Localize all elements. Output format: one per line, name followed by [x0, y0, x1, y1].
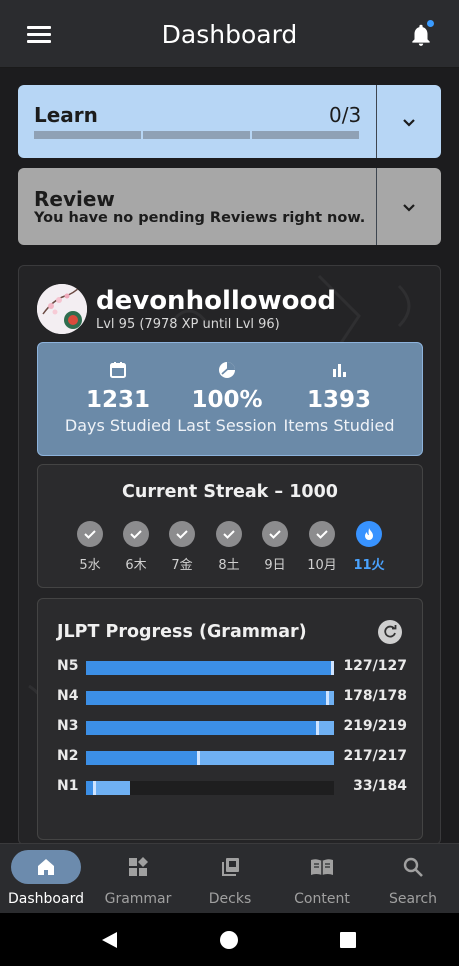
streak-day-label: 7金 — [171, 558, 193, 573]
jlpt-progress-bar — [86, 751, 334, 765]
jlpt-progress-bar — [86, 661, 334, 675]
learn-progress-bar — [34, 131, 359, 139]
jlpt-progress-bar — [86, 721, 334, 735]
page-title: Dashboard — [161, 20, 298, 49]
jlpt-title: JLPT Progress (Grammar) — [57, 622, 307, 642]
nav-decks[interactable]: Decks — [184, 844, 276, 914]
user-level: Lvl 95 (7978 XP until Lvl 96) — [96, 317, 280, 332]
check-icon — [169, 521, 195, 547]
recents-icon[interactable] — [340, 932, 356, 948]
jlpt-progress-bar — [86, 781, 334, 795]
jlpt-mastered-fill — [86, 691, 329, 705]
streak-day: 8土 — [209, 521, 249, 573]
decks-icon — [195, 850, 265, 884]
streak-day: 10月 — [302, 521, 342, 573]
stat-value: 100% — [191, 387, 263, 413]
nav-content[interactable]: Content — [276, 844, 368, 914]
avatar[interactable] — [37, 284, 87, 334]
streak-day-label: 6木 — [125, 558, 147, 573]
jlpt-row-n4: N4 178/178 — [57, 687, 407, 707]
jlpt-progress-bar — [86, 691, 334, 705]
grammar-icon — [103, 850, 173, 884]
search-icon — [378, 850, 448, 884]
nav-dashboard[interactable]: Dashboard — [0, 844, 92, 914]
learn-count: 0/3 — [329, 103, 362, 127]
streak-day-label: 8土 — [218, 558, 240, 573]
check-icon — [309, 521, 335, 547]
check-icon — [262, 521, 288, 547]
jlpt-count: 217/217 — [343, 748, 407, 764]
profile-card: devonhollowood Lvl 95 (7978 XP until Lvl… — [18, 265, 441, 845]
home-icon — [11, 850, 81, 884]
stat-last-session: 100% Last Session — [163, 361, 291, 435]
stats-panel: 1231 Days Studied 100% Last Session 1393… — [37, 342, 423, 456]
streak-day: 6木 — [116, 521, 156, 573]
stat-label: Last Session — [177, 416, 277, 435]
notification-bell-icon[interactable] — [408, 20, 434, 48]
streak-panel: Current Streak – 1000 5水 6木 7金 8土 9日 10月… — [37, 464, 423, 588]
jlpt-row-n2: N2 217/217 — [57, 747, 407, 767]
streak-day-label: 5水 — [79, 558, 101, 573]
jlpt-mastered-fill — [86, 781, 96, 795]
review-expand-button[interactable] — [376, 168, 441, 245]
jlpt-count: 178/178 — [343, 688, 407, 704]
bar-chart-icon — [275, 361, 403, 381]
jlpt-mastered-fill — [86, 751, 200, 765]
streak-day-today: 11火 — [349, 521, 389, 573]
learn-expand-button[interactable] — [376, 85, 441, 158]
top-app-bar: Dashboard — [0, 0, 459, 68]
jlpt-row-n5: N5 127/127 — [57, 657, 407, 677]
jlpt-level-label: N4 — [57, 688, 79, 704]
streak-day: 5水 — [70, 521, 110, 573]
nav-label: Content — [294, 891, 350, 907]
review-card[interactable]: Review You have no pending Reviews right… — [18, 168, 441, 245]
streak-day-label: 10月 — [307, 558, 337, 573]
flame-icon — [356, 521, 382, 547]
streak-title: Current Streak – 1000 — [122, 482, 338, 502]
book-icon — [287, 850, 357, 884]
nav-grammar[interactable]: Grammar — [92, 844, 184, 914]
bottom-navigation: Dashboard Grammar Decks Content Search — [0, 843, 459, 913]
nav-label: Dashboard — [8, 891, 84, 907]
jlpt-count: 127/127 — [343, 658, 407, 674]
jlpt-mastered-fill — [86, 661, 334, 675]
nav-label: Decks — [208, 891, 252, 907]
chevron-down-icon — [403, 203, 415, 212]
chevron-down-icon — [403, 118, 415, 127]
stat-label: Items Studied — [283, 416, 395, 435]
pie-chart-icon — [163, 361, 291, 381]
jlpt-count: 219/219 — [343, 718, 407, 734]
jlpt-row-n1: N1 33/184 — [57, 777, 407, 797]
jlpt-count: 33/184 — [353, 778, 407, 794]
back-icon[interactable] — [100, 930, 120, 950]
username: devonhollowood — [96, 286, 336, 316]
nav-label: Grammar — [104, 891, 172, 907]
nav-label: Search — [388, 891, 438, 907]
learn-title: Learn — [34, 103, 98, 127]
stat-items-studied: 1393 Items Studied — [275, 361, 403, 435]
review-title: Review — [34, 187, 115, 211]
jlpt-level-label: N5 — [57, 658, 79, 674]
review-subtitle: You have no pending Reviews right now. — [34, 210, 366, 226]
home-circle-icon[interactable] — [219, 930, 239, 950]
learn-card[interactable]: Learn 0/3 — [18, 85, 441, 158]
jlpt-level-label: N3 — [57, 718, 79, 734]
check-icon — [216, 521, 242, 547]
check-icon — [77, 521, 103, 547]
check-icon — [123, 521, 149, 547]
jlpt-mastered-fill — [86, 721, 319, 735]
notification-dot — [427, 20, 434, 27]
streak-day: 9日 — [255, 521, 295, 573]
system-navigation-bar — [0, 913, 459, 966]
streak-day: 7金 — [162, 521, 202, 573]
streak-day-label: 9日 — [264, 558, 286, 573]
streak-day-label: 11火 — [353, 558, 385, 573]
stat-value: 1393 — [306, 387, 371, 413]
jlpt-level-label: N1 — [57, 778, 79, 794]
jlpt-progress-panel: JLPT Progress (Grammar) N5 127/127 N4 17… — [37, 598, 423, 840]
jlpt-level-label: N2 — [57, 748, 79, 764]
refresh-icon[interactable] — [378, 620, 402, 644]
jlpt-row-n3: N3 219/219 — [57, 717, 407, 737]
nav-search[interactable]: Search — [367, 844, 459, 914]
